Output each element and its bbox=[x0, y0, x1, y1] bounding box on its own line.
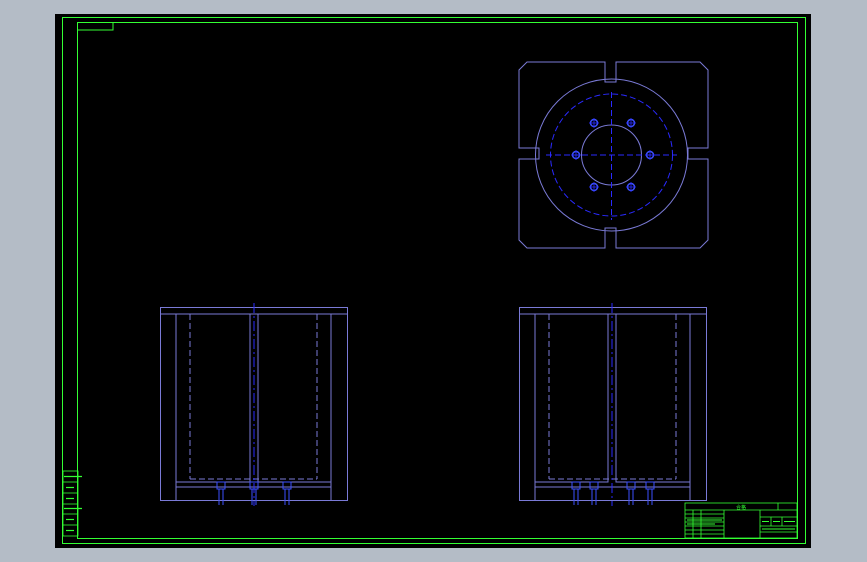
cad-drawing-viewport[interactable]: 合格 bbox=[0, 0, 867, 562]
drawing-sheet bbox=[55, 14, 811, 548]
title-block-label: 合格 bbox=[736, 504, 746, 511]
